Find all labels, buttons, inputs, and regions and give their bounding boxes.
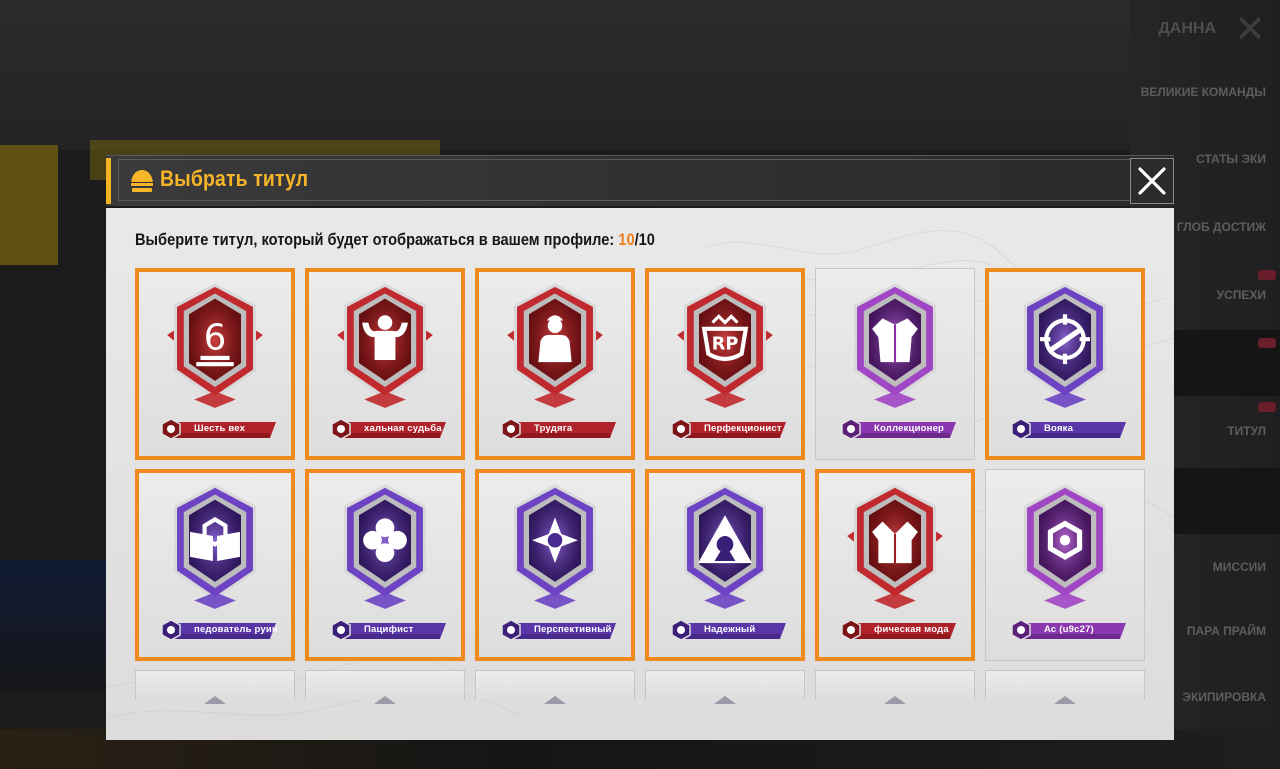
hexagon-ring-icon — [1013, 484, 1117, 615]
background-close-icon: ✕ — [1234, 7, 1266, 51]
title-label: Пацифист — [364, 624, 414, 635]
ribbon-emblem-icon — [330, 418, 352, 440]
svg-text:RP: RP — [712, 335, 739, 355]
title-card[interactable]: RP Перфекционист — [645, 268, 805, 460]
title-label: педователь руин — [194, 624, 278, 635]
title-label: Перспективный — [534, 624, 612, 635]
jacket-icon — [843, 283, 947, 414]
title-label: Перфекционист — [704, 423, 782, 434]
dialog-title: Выбрать титул — [160, 166, 309, 191]
title-ribbon: Шесть вех — [158, 418, 276, 440]
background-badge — [1258, 270, 1276, 280]
header-accent — [106, 158, 111, 204]
max-count: 10 — [638, 230, 655, 249]
title-card[interactable]: педователь руин — [135, 469, 295, 661]
worker-icon — [503, 283, 607, 414]
ribbon-emblem-icon — [500, 619, 522, 641]
title-card-partial[interactable] — [135, 670, 295, 704]
ribbon-emblem-icon — [670, 418, 692, 440]
title-ribbon: Коллекционер — [838, 418, 956, 440]
title-card[interactable]: Вояка — [985, 268, 1145, 460]
instruction-label: Выберите титул, который будет отображать… — [135, 230, 619, 249]
helmet-icon — [130, 170, 154, 192]
title-ribbon: Перспективный — [498, 619, 616, 641]
title-ribbon: фическая мода — [838, 619, 956, 641]
title-ribbon: Перфекционист — [668, 418, 786, 440]
six-pillar-icon: 6 — [163, 283, 267, 414]
title-label: Ас (u9c27) — [1044, 624, 1094, 635]
title-label: хальная судьба — [364, 423, 442, 434]
background-menu-item: ВЕЛИКИЕ КОМАНДЫ — [1140, 85, 1266, 99]
background-badge — [1258, 338, 1276, 348]
background-panel — [0, 145, 58, 265]
background-art — [0, 560, 110, 690]
dialog-header: Выбрать титул — [106, 155, 1174, 206]
title-ribbon: Трудяга — [498, 418, 616, 440]
title-label: Вояка — [1044, 423, 1074, 434]
ribbon-emblem-icon — [330, 619, 352, 641]
compass-star-icon — [503, 484, 607, 615]
title-card[interactable]: 6 Шесть вех — [135, 268, 295, 460]
book-icon — [163, 484, 267, 615]
badge-top-icon — [204, 691, 226, 710]
title-card-partial[interactable] — [305, 670, 465, 704]
soldier-triangle-icon — [673, 484, 777, 615]
title-card[interactable]: Пацифист — [305, 469, 465, 661]
title-card[interactable]: хальная судьба — [305, 268, 465, 460]
clover-icon — [333, 484, 437, 615]
selected-count: 10 — [618, 230, 635, 249]
svg-text:6: 6 — [204, 318, 227, 359]
title-label: Надежный — [704, 624, 756, 635]
title-card[interactable]: Коллекционер — [815, 268, 975, 460]
badge-top-icon — [1054, 691, 1076, 710]
title-label: фическая мода — [874, 624, 949, 635]
select-title-dialog: Выбрать титул Выберите титул, который бу… — [106, 155, 1174, 740]
title-card[interactable]: Ас (u9c27) — [985, 469, 1145, 661]
close-button[interactable] — [1130, 158, 1174, 204]
title-label: Шесть вех — [194, 423, 246, 434]
title-card[interactable]: фическая мода — [815, 469, 975, 661]
title-ribbon: хальная судьба — [328, 418, 446, 440]
badge-top-icon — [374, 691, 396, 710]
suit-icon — [843, 484, 947, 615]
title-card[interactable]: Перспективный — [475, 469, 635, 661]
title-ribbon: Пацифист — [328, 619, 446, 641]
badge-top-icon — [714, 691, 736, 710]
title-card[interactable]: Трудяга — [475, 268, 635, 460]
badge-top-icon — [544, 691, 566, 710]
ribbon-emblem-icon — [160, 619, 182, 641]
ribbon-emblem-icon — [840, 418, 862, 440]
muscle-man-icon — [333, 283, 437, 414]
title-ribbon: Ас (u9c27) — [1008, 619, 1126, 641]
ribbon-emblem-icon — [670, 619, 692, 641]
instruction-text: Выберите титул, который будет отображать… — [135, 230, 655, 250]
ribbon-emblem-icon — [160, 418, 182, 440]
dialog-body: Выберите титул, который будет отображать… — [106, 208, 1174, 740]
ribbon-emblem-icon — [500, 418, 522, 440]
title-card[interactable]: Надежный — [645, 469, 805, 661]
title-ribbon: Надежный — [668, 619, 786, 641]
background-header — [0, 0, 1280, 150]
crosshair-gun-icon — [1013, 283, 1117, 414]
title-label: Трудяга — [534, 423, 573, 434]
title-ribbon: педователь руин — [158, 619, 278, 641]
title-card-partial[interactable] — [475, 670, 635, 704]
rp-crest-icon: RP — [673, 283, 777, 414]
background-tab: ДАННА — [1158, 20, 1216, 37]
titles-grid: 6 Шесть вех хальная судьба Трудяга RP Пе… — [135, 268, 1147, 704]
ribbon-emblem-icon — [1010, 418, 1032, 440]
title-card-partial[interactable] — [645, 670, 805, 704]
ribbon-emblem-icon — [1010, 619, 1032, 641]
title-card-partial[interactable] — [985, 670, 1145, 704]
title-label: Коллекционер — [874, 423, 945, 434]
background-badge — [1258, 402, 1276, 412]
title-card-partial[interactable] — [815, 670, 975, 704]
ribbon-emblem-icon — [840, 619, 862, 641]
title-ribbon: Вояка — [1008, 418, 1126, 440]
close-icon — [1138, 167, 1166, 195]
badge-top-icon — [884, 691, 906, 710]
